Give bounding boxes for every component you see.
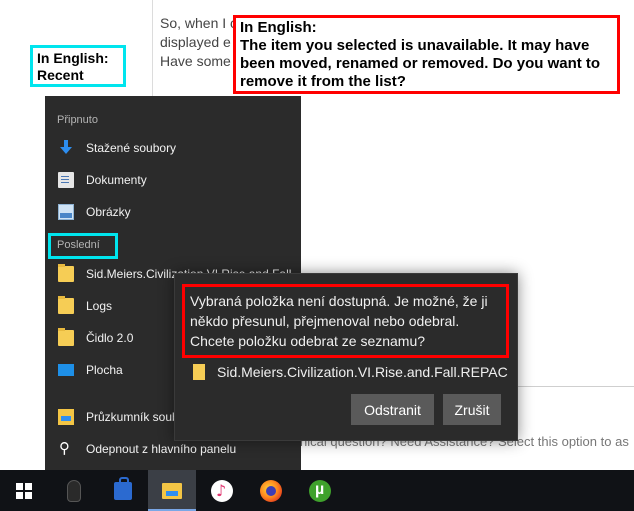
page-separator <box>518 386 634 387</box>
store-icon <box>114 476 132 500</box>
cortana-icon <box>67 479 81 502</box>
jumplist-item-label: Stažené soubory <box>86 141 177 155</box>
jumplist-item-label: Dokumenty <box>86 173 147 187</box>
firefox-icon <box>260 479 282 502</box>
jumplist-item-label: Odepnout z hlavního panelu <box>86 442 237 456</box>
dialog-file-name: Sid.Meiers.Civilization.VI.Rise.and.Fall… <box>217 364 508 380</box>
recent-highlight-box <box>48 233 118 259</box>
message-highlight-box <box>182 284 509 358</box>
folder-icon <box>193 364 205 380</box>
itunes-icon <box>211 479 233 502</box>
folder-icon <box>58 264 74 282</box>
cortana-button[interactable] <box>50 470 98 511</box>
item-unavailable-dialog: Vybraná položka není dostupná. Je možné,… <box>174 273 518 441</box>
note-heading: In English: <box>37 50 109 66</box>
jumplist-item-pictures[interactable]: Obrázky <box>45 196 301 228</box>
jumplist-item-documents[interactable]: Dokumenty <box>45 164 301 196</box>
utorrent-button[interactable] <box>296 470 344 511</box>
dialog-translation-note: In English: The item you selected is una… <box>233 15 620 94</box>
taskbar <box>0 470 634 511</box>
dialog-file-row: Sid.Meiers.Civilization.VI.Rise.and.Fall… <box>193 362 513 382</box>
cancel-button[interactable]: Zrušit <box>443 394 501 425</box>
desktop-icon <box>58 364 74 376</box>
note-text: The item you selected is unavailable. It… <box>240 37 601 90</box>
remove-button[interactable]: Odstranit <box>351 394 434 425</box>
firefox-button[interactable] <box>247 470 295 511</box>
start-button[interactable] <box>0 470 48 511</box>
jumplist-item-label: Obrázky <box>86 205 131 219</box>
note-heading: In English: <box>240 19 317 36</box>
download-icon <box>58 140 74 156</box>
pictures-icon <box>58 204 74 220</box>
file-explorer-icon <box>58 409 74 425</box>
itunes-button[interactable] <box>198 470 246 511</box>
jumplist-item-downloads[interactable]: Stažené soubory <box>45 132 301 164</box>
documents-icon <box>58 172 74 188</box>
utorrent-icon <box>309 479 331 502</box>
unpin-icon <box>58 439 74 457</box>
note-text: Recent <box>37 67 84 83</box>
recent-translation-note: In English: Recent <box>30 45 126 87</box>
store-button[interactable] <box>99 470 147 511</box>
pinned-section-header: Připnuto <box>57 114 98 126</box>
file-explorer-icon <box>162 482 182 499</box>
folder-icon <box>58 296 74 314</box>
folder-icon <box>58 328 74 346</box>
file-explorer-taskbar-button[interactable] <box>148 470 196 511</box>
start-icon <box>16 482 32 499</box>
